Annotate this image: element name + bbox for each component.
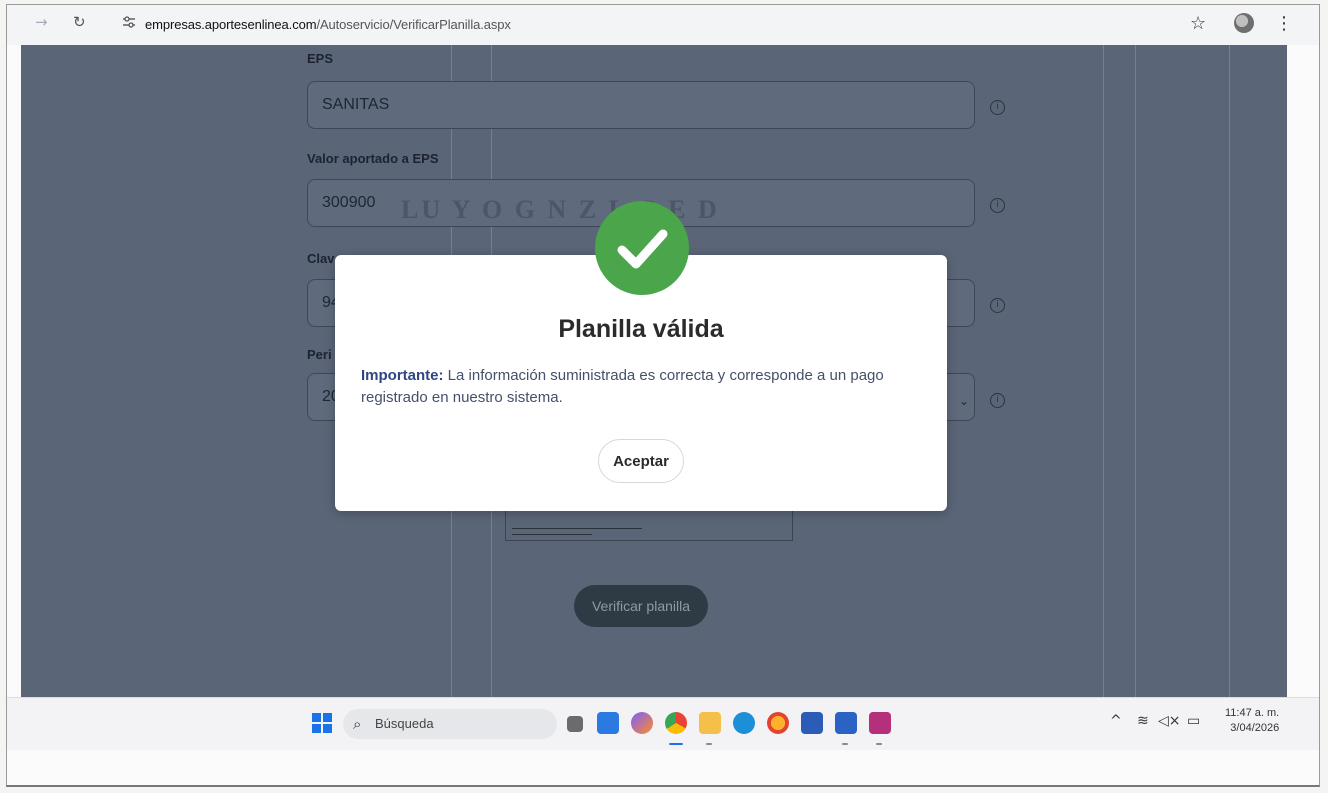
valor-info-icon[interactable]: i xyxy=(990,198,1005,213)
clock-time: 11:47 a. m. xyxy=(1225,707,1280,719)
widgets-icon[interactable] xyxy=(597,712,619,734)
eps-value: SANITAS xyxy=(322,96,390,113)
windows-start-icon[interactable] xyxy=(311,712,333,734)
more-menu-icon[interactable]: ⋮ xyxy=(1275,13,1293,34)
modal-title: Planilla válida xyxy=(558,315,724,343)
profile-avatar[interactable] xyxy=(1234,13,1254,33)
word-icon[interactable] xyxy=(835,712,857,734)
url-domain: empresas.aportesenlinea.com xyxy=(145,17,317,32)
accept-button[interactable]: Aceptar xyxy=(598,439,684,483)
system-clock[interactable]: 11:47 a. m. 3/04/2026 xyxy=(1225,706,1279,736)
store-icon[interactable] xyxy=(801,712,823,734)
clock-date: 3/04/2026 xyxy=(1230,722,1280,734)
captcha-box[interactable] xyxy=(505,507,793,541)
battery-icon[interactable]: ▭ xyxy=(1187,713,1200,729)
chrome-icon[interactable] xyxy=(665,712,687,734)
chevron-down-icon[interactable]: ⌄ xyxy=(959,394,969,408)
windows-taskbar: ⌕ Búsqueda ^ ≋ ◁× ▭ 11:47 a. m. 3/04/202… xyxy=(7,697,1319,750)
verify-planilla-button[interactable]: Verificar planilla xyxy=(574,585,708,627)
address-bar[interactable]: empresas.aportesenlinea.com/Autoservicio… xyxy=(145,17,511,32)
site-settings-icon[interactable] xyxy=(121,14,137,30)
file-explorer-icon[interactable] xyxy=(699,712,721,734)
copilot-icon[interactable] xyxy=(631,712,653,734)
eps-field[interactable]: SANITAS xyxy=(307,81,975,129)
modal-message: Importante: La información suministrada … xyxy=(361,365,921,409)
firefox-icon[interactable] xyxy=(767,712,789,734)
reload-icon[interactable]: ↻ xyxy=(73,13,86,31)
important-label: Importante: xyxy=(361,367,444,384)
url-path: /Autoservicio/VerificarPlanilla.aspx xyxy=(316,17,511,32)
eps-label: EPS xyxy=(307,51,334,66)
edge-icon[interactable] xyxy=(733,712,755,734)
eps-info-icon[interactable]: i xyxy=(990,100,1005,115)
pdf-app-icon[interactable] xyxy=(869,712,891,734)
periodo-info-icon[interactable]: i xyxy=(990,393,1005,408)
browser-toolbar: → ↻ empresas.aportesenlinea.com/Autoserv… xyxy=(7,5,1319,45)
volume-muted-icon[interactable]: ◁× xyxy=(1158,713,1181,729)
task-view-icon[interactable] xyxy=(567,716,583,732)
taskbar-search-input[interactable]: ⌕ Búsqueda xyxy=(343,709,557,739)
valor-label: Valor aportado a EPS xyxy=(307,151,439,166)
periodo-label: Peri xyxy=(307,347,332,362)
valor-value: 300900 xyxy=(322,194,376,211)
scanned-page: → ↻ empresas.aportesenlinea.com/Autoserv… xyxy=(6,4,1320,787)
success-check-icon xyxy=(595,201,689,295)
clave-label: Clav xyxy=(307,251,335,266)
bookmark-star-icon[interactable]: ☆ xyxy=(1190,13,1206,34)
chevron-up-icon[interactable]: ^ xyxy=(1110,713,1122,729)
clave-info-icon[interactable]: i xyxy=(990,298,1005,313)
search-icon: ⌕ xyxy=(353,715,362,733)
forward-icon[interactable]: → xyxy=(35,13,48,31)
search-placeholder: Búsqueda xyxy=(375,716,434,731)
wifi-icon[interactable]: ≋ xyxy=(1137,713,1149,729)
